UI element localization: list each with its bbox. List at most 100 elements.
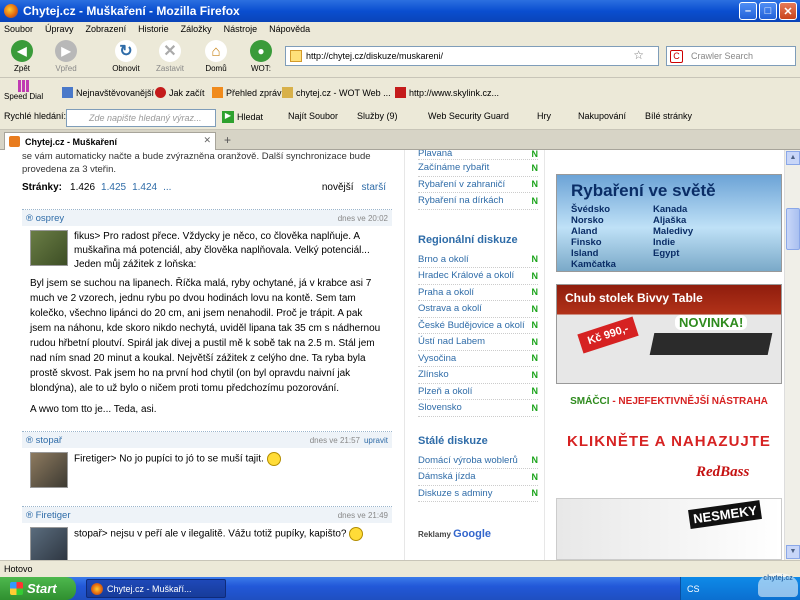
post-text: Firetiger> No jo pupíci to jó to se muší… [74, 453, 264, 465]
address-bar[interactable]: http://chytej.cz/diskuze/muskareni/ ☆ [285, 46, 659, 66]
minimize-button[interactable]: – [739, 2, 757, 20]
maximize-button[interactable]: □ [759, 2, 777, 20]
discussion-categories: Plavaná N Začínáme rybařit N Rybaření v za… [418, 150, 538, 502]
search-engine-icon[interactable]: C [670, 50, 683, 63]
permanent-link[interactable]: Diskuze s adminy N [418, 486, 538, 502]
new-tab-button[interactable]: + [224, 133, 231, 147]
bookmark-most-visited[interactable]: Nejnavštěvovanější [62, 87, 154, 98]
firefox-icon [155, 87, 166, 98]
category-link[interactable]: Rybaření na dírkách N [418, 193, 538, 210]
web-security-guard-button[interactable]: Web Security Guard [428, 111, 509, 121]
region-link[interactable]: České Budějovice a okolí N [418, 318, 538, 334]
bookmark-news[interactable]: Přehled zpráv [212, 87, 282, 98]
speed-dial-icon [17, 80, 30, 92]
menu-help[interactable]: Nápověda [269, 24, 310, 34]
page-link[interactable]: 1.425 [101, 182, 126, 193]
ad-click-cast[interactable]: KLIKNĚTE A NAHAZUJTE [556, 433, 782, 450]
games-button[interactable]: Hry [537, 111, 551, 121]
search-input[interactable]: C Crawler Search [666, 46, 796, 66]
scroll-up-icon[interactable]: ▲ [786, 151, 800, 165]
region-link[interactable]: Ústí nad Labem N [418, 334, 538, 351]
bookmark-wot[interactable]: chytej.cz - WOT Web ... [282, 87, 391, 98]
home-button[interactable]: ⌂ Domů [198, 40, 234, 73]
find-file-button[interactable]: Najít Soubor [288, 111, 338, 121]
quick-search-label: Rychlé hledání: [4, 111, 67, 121]
post-date: dnes ve 20:02 [337, 213, 388, 223]
bookmark-skylink[interactable]: http://www.skylink.cz... [395, 87, 499, 98]
back-arrow-icon: ◀ [11, 40, 33, 62]
play-icon: ▶ [222, 111, 234, 123]
region-link[interactable]: Vysočina N [418, 351, 538, 367]
permanent-link[interactable]: Domácí výroba woblerů N [418, 453, 538, 469]
page-link[interactable]: 1.424 [132, 182, 157, 193]
older-link[interactable]: starší [362, 182, 386, 193]
edit-link[interactable]: upravit [364, 436, 388, 445]
ad-chub-table[interactable]: Chub stolek Bivvy Table Kč 990,- NOVINKA… [556, 284, 782, 384]
stop-button[interactable]: ✕ Zastavit [152, 40, 188, 73]
forward-arrow-icon: ▶ [55, 40, 77, 62]
start-button[interactable]: Start [0, 577, 76, 600]
region-link[interactable]: Brno a okolí N [418, 252, 538, 268]
post-text: fikus> Pro radost přece. Vždycky je něco… [74, 231, 370, 270]
reload-button[interactable]: ↻ Obnovit [108, 40, 144, 73]
region-link[interactable]: Plzeň a okolí N [418, 384, 538, 400]
category-link[interactable]: Začínáme rybařit N [418, 160, 538, 177]
region-link[interactable]: Zlínsko N [418, 367, 538, 384]
bookmark-star-icon[interactable]: ☆ [633, 48, 644, 62]
smiley-icon [266, 452, 281, 466]
navigation-toolbar: ◀ Zpět ▶ Vpřed ↻ Obnovit ✕ Zastavit ⌂ Domů ● W… [0, 36, 800, 78]
search-button[interactable]: ▶ Hledat [222, 111, 263, 123]
menu-file[interactable]: Soubor [4, 24, 33, 34]
white-pages-button[interactable]: Bílé stránky [645, 111, 692, 121]
language-indicator[interactable]: CS [687, 584, 700, 594]
bookmarks-toolbar: Speed Dial Nejnavštěvovanější Jak začít … [0, 78, 800, 106]
services-button[interactable]: Služby (9) [357, 111, 398, 121]
region-link[interactable]: Praha a okolí N [418, 285, 538, 301]
category-link[interactable]: Rybaření v zahraničí N [418, 177, 538, 193]
close-tab-icon[interactable]: ✕ [203, 135, 211, 146]
firefox-icon [91, 583, 103, 595]
post-author[interactable]: ® stopař [26, 435, 62, 446]
tab-bar: Chytej.cz - Muškaření ✕ + [0, 130, 800, 150]
close-button[interactable]: ✕ [779, 2, 797, 20]
menu-view[interactable]: Zobrazení [86, 24, 127, 34]
category-link[interactable]: Plavaná N [418, 150, 538, 160]
back-button[interactable]: ◀ Zpět [4, 40, 40, 73]
ad-world-fishing[interactable]: Rybaření ve světě Švédsko Norsko Aland F… [556, 174, 782, 272]
scroll-down-icon[interactable]: ▼ [786, 545, 800, 559]
menu-bookmarks[interactable]: Záložky [181, 24, 212, 34]
menu-history[interactable]: Historie [138, 24, 169, 34]
region-link[interactable]: Slovensko N [418, 400, 538, 417]
menu-edit[interactable]: Úpravy [45, 24, 74, 34]
menu-bar: Soubor Úpravy Zobrazení Historie Záložky… [0, 22, 800, 36]
ad-nesmeky[interactable]: NESMEKY [556, 498, 782, 560]
region-link[interactable]: Ostrava a okolí N [418, 301, 538, 318]
google-ads-label[interactable]: Reklamy Google [418, 528, 491, 540]
permanent-link[interactable]: Dámská jízda N [418, 469, 538, 486]
post-author[interactable]: ® osprey [26, 213, 64, 224]
page-ellipsis: ... [163, 182, 172, 193]
quick-search-input[interactable]: Zde napište hledaný výraz... [66, 109, 216, 127]
forward-button[interactable]: ▶ Vpřed [48, 40, 84, 73]
stop-icon: ✕ [159, 40, 181, 62]
url-text: http://chytej.cz/diskuze/muskareni/ [306, 51, 444, 61]
menu-tools[interactable]: Nástroje [224, 24, 258, 34]
taskbar-item-firefox[interactable]: Chytej.cz - Muškaří... [86, 579, 226, 598]
shopping-button[interactable]: Nakupování [578, 111, 626, 121]
region-link[interactable]: Hradec Králové a okolí N [418, 268, 538, 285]
smiley-icon [349, 527, 364, 541]
scroll-thumb[interactable] [786, 208, 800, 250]
tab-chytej[interactable]: Chytej.cz - Muškaření ✕ [4, 132, 216, 150]
speed-dial-button[interactable]: Speed Dial [4, 80, 43, 101]
vertical-scrollbar[interactable]: ▲ ▼ [784, 150, 800, 560]
newer-link[interactable]: novější [322, 182, 354, 193]
windows-logo-icon [10, 582, 23, 595]
bookmark-getting-started[interactable]: Jak začít [155, 87, 205, 98]
permanent-heading: Stálé diskuze [418, 434, 488, 447]
post-author[interactable]: ® Firetiger [26, 510, 70, 521]
post-date: dnes ve 21:57 [309, 435, 360, 445]
redbass-logo[interactable]: RedBass [696, 464, 749, 481]
wot-button[interactable]: ● WOT: [243, 40, 279, 73]
ad-smacci[interactable]: SMÁČCI - NEJEFEKTIVNĚJŠÍ NÁSTRAHA [556, 396, 782, 407]
folder-icon [282, 87, 293, 98]
